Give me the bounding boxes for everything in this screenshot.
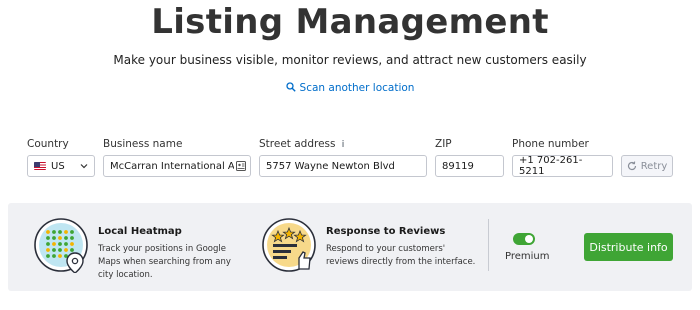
- heatmap-dot: [52, 248, 56, 252]
- phone-number-label: Phone number: [512, 138, 589, 150]
- heatmap-dot: [70, 242, 74, 246]
- retry-label: Retry: [640, 160, 668, 172]
- heatmap-dot: [58, 242, 62, 246]
- business-name-value: McCarran International Airport: [110, 160, 234, 172]
- phone-value: +1 702-261-5211: [519, 155, 583, 177]
- contact-card-icon[interactable]: [236, 161, 246, 171]
- heatmap-dot: [46, 242, 50, 246]
- page-subtitle: Make your business visible, monitor revi…: [113, 53, 587, 67]
- heatmap-dot: [46, 230, 50, 234]
- street-address-label: Street address i: [259, 138, 345, 150]
- heatmap-dot: [58, 254, 62, 258]
- heatmap-dot: [52, 230, 56, 234]
- heatmap-dot: [58, 248, 62, 252]
- heatmap-dot: [64, 248, 68, 252]
- country-label: Country: [27, 138, 69, 150]
- heatmap-dot: [70, 248, 74, 252]
- heatmap-dot: [64, 230, 68, 234]
- scan-another-location-link[interactable]: Scan another location: [0, 82, 700, 94]
- us-flag-icon: [34, 162, 46, 170]
- street-address-input[interactable]: 5757 Wayne Newton Blvd: [259, 155, 427, 177]
- business-name-input[interactable]: McCarran International Airport: [103, 155, 251, 177]
- heatmap-dot: [52, 254, 56, 258]
- chevron-down-icon: [80, 164, 88, 169]
- heatmap-dot: [46, 248, 50, 252]
- local-heatmap-description: Track your positions in Google Maps when…: [98, 244, 231, 280]
- zip-value: 89119: [442, 160, 474, 172]
- premium-label: Premium: [505, 251, 550, 262]
- heatmap-dot: [58, 236, 62, 240]
- heatmap-dot: [64, 236, 68, 240]
- heatmap-dot: [46, 254, 50, 258]
- country-select[interactable]: US: [27, 155, 95, 177]
- distribute-info-button[interactable]: Distribute info: [584, 233, 673, 261]
- search-icon: [285, 82, 296, 92]
- premium-toggle[interactable]: [513, 233, 535, 245]
- local-heatmap-title: Local Heatmap: [98, 226, 182, 237]
- heatmap-dot: [46, 236, 50, 240]
- scan-link-label: Scan another location: [299, 82, 415, 94]
- toggle-knob: [525, 235, 533, 243]
- response-to-reviews-description: Respond to your customers' reviews direc…: [326, 244, 476, 267]
- review-stars-icon: [262, 218, 316, 272]
- heatmap-dot: [70, 230, 74, 234]
- business-name-label: Business name: [103, 138, 183, 150]
- zip-label: ZIP: [435, 138, 452, 150]
- retry-button[interactable]: Retry: [621, 155, 673, 177]
- street-address-label-text: Street address: [259, 138, 336, 150]
- refresh-icon: [627, 161, 636, 171]
- heatmap-dot: [58, 230, 62, 234]
- heatmap-dot: [64, 242, 68, 246]
- response-to-reviews-title: Response to Reviews: [326, 226, 446, 237]
- phone-number-input[interactable]: +1 702-261-5211: [512, 155, 613, 177]
- panel-divider: [488, 219, 489, 271]
- zip-input[interactable]: 89119: [435, 155, 504, 177]
- info-icon[interactable]: i: [342, 140, 345, 150]
- country-value: US: [51, 160, 65, 172]
- heatmap-dot: [52, 242, 56, 246]
- page-title: Listing Management: [151, 2, 549, 42]
- local-heatmap-icon: [34, 218, 88, 273]
- street-address-value: 5757 Wayne Newton Blvd: [266, 160, 395, 172]
- heatmap-dot: [70, 236, 74, 240]
- heatmap-dot: [52, 236, 56, 240]
